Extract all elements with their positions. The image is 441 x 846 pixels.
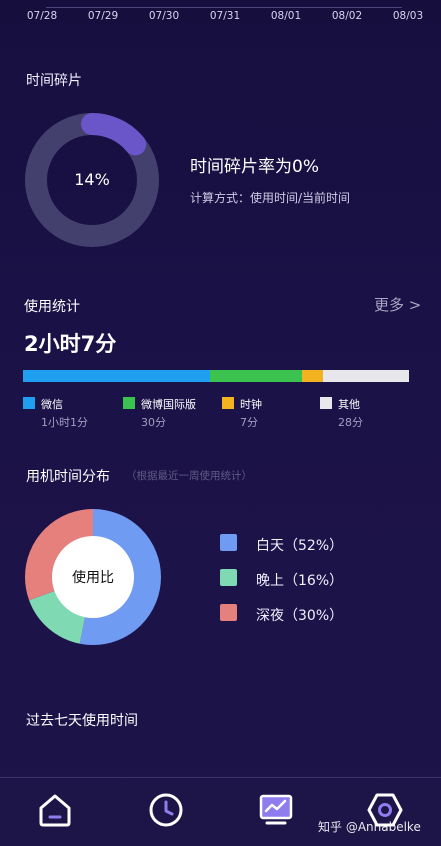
fragment-rate-text: 时间碎片率为0% [190,157,319,177]
date-axis: 07/28 07/29 07/30 07/31 08/01 08/02 08/0… [20,10,430,22]
legend-label: 深夜（30%） [256,608,344,624]
fragment-method-text: 计算方式：使用时间/当前时间 [190,191,351,205]
timeline-axis-line [46,7,402,8]
past-seven-days-title: 过去七天使用时间 [26,713,138,729]
legend-swatch [23,397,35,409]
usage-stacked-bar [23,370,409,382]
legend-swatch [222,397,234,409]
usage-bar-segment [323,370,409,382]
legend-label: 晚上（16%） [256,573,344,589]
legend-app-time: 28分 [338,416,363,429]
legend-app-name: 微信 [41,398,63,411]
donut-center-label: 使用比 [72,570,114,586]
chart-monitor-icon[interactable] [258,792,294,828]
legend-app-name: 时钟 [240,398,262,411]
legend-swatch [220,569,237,586]
total-usage-time: 2小时7分 [24,332,117,356]
legend-app-time: 1小时1分 [41,416,88,429]
date-label[interactable]: 07/28 [20,10,64,22]
fragment-percent: 14% [74,170,110,189]
date-label[interactable]: 07/31 [203,10,247,22]
legend-swatch [220,534,237,551]
usage-bar-segment [23,370,210,382]
legend-app-name: 微博国际版 [141,398,196,411]
date-label[interactable]: 07/29 [81,10,125,22]
legend-app-time: 30分 [141,416,166,429]
legend-swatch [123,397,135,409]
date-label[interactable]: 08/02 [325,10,369,22]
date-label[interactable]: 08/03 [386,10,430,22]
legend-app-name: 其他 [338,398,360,411]
clock-icon[interactable] [148,792,184,828]
more-link[interactable]: 更多 > [374,294,421,315]
distribution-section-title: 用机时间分布 [26,469,110,485]
legend-swatch [320,397,332,409]
home-icon[interactable] [37,792,73,828]
legend-label: 白天（52%） [256,538,344,554]
date-label[interactable]: 08/01 [264,10,308,22]
usage-bar-segment [209,370,302,382]
distribution-note: （根据最近一周使用统计） [126,470,252,482]
legend-swatch [220,604,237,621]
usage-bar-segment [301,370,324,382]
watermark-text: 知乎 @Annabelke [318,820,421,834]
legend-app-time: 7分 [240,416,258,429]
fragment-section-title: 时间碎片 [26,73,82,89]
usage-section-title: 使用统计 [24,299,80,315]
date-label[interactable]: 07/30 [142,10,186,22]
